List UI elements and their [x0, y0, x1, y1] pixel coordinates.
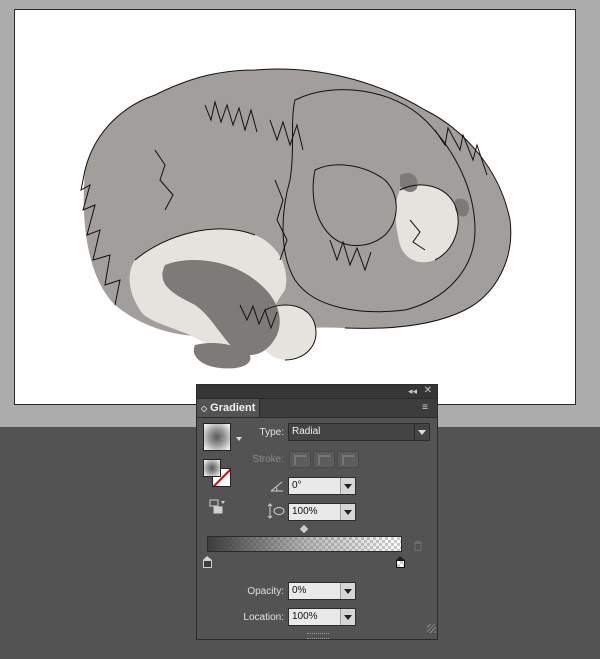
cat-illustration[interactable] — [15, 10, 577, 406]
panel-tabbar: ◇ Gradient ≡ — [197, 399, 437, 418]
opacity-label: Opacity: — [247, 586, 284, 597]
chevron-down-icon[interactable] — [340, 504, 355, 520]
opacity-field[interactable]: 0% — [288, 582, 356, 600]
tab-gradient-label: Gradient — [210, 402, 256, 414]
chevron-down-icon[interactable] — [340, 609, 355, 625]
opacity-value: 0% — [292, 585, 307, 596]
reverse-gradient-icon[interactable] — [209, 499, 227, 515]
location-value: 100% — [292, 611, 318, 622]
location-label: Location: — [243, 612, 284, 623]
type-select[interactable]: Radial — [288, 423, 430, 441]
stroke-along-button[interactable] — [313, 451, 335, 468]
tab-gradient[interactable]: ◇ Gradient — [197, 399, 260, 417]
panel-bottom-grip[interactable] — [307, 633, 329, 639]
type-select-value: Radial — [292, 426, 321, 437]
stroke-within-button[interactable] — [289, 451, 311, 468]
tab-arrows-icon[interactable]: ◇ — [197, 404, 210, 413]
close-icon[interactable]: ✕ — [424, 385, 432, 397]
panel-resize-grip[interactable] — [427, 624, 436, 633]
angle-icon — [270, 481, 283, 492]
gradient-slider[interactable] — [207, 536, 402, 552]
trash-icon[interactable] — [413, 540, 423, 551]
angle-field[interactable]: 0° — [288, 477, 356, 495]
angle-value: 0° — [292, 480, 302, 491]
panel-menu-icon[interactable]: ≡ — [418, 401, 432, 415]
stroke-along-icon — [318, 455, 330, 465]
collapse-icon[interactable]: ◂◂ — [408, 386, 417, 397]
aspect-ratio-value: 100% — [292, 506, 318, 517]
stroke-label: Stroke: — [252, 454, 284, 465]
stroke-across-button[interactable] — [337, 451, 359, 468]
stroke-across-icon — [342, 455, 354, 465]
aspect-ratio-field[interactable]: 100% — [288, 503, 356, 521]
panel-titlebar[interactable]: ◂◂ ✕ — [197, 385, 437, 399]
type-label: Type: — [259, 427, 284, 438]
aspect-ratio-icon — [267, 503, 285, 519]
chevron-down-icon[interactable] — [340, 583, 355, 599]
chevron-down-icon[interactable] — [414, 424, 429, 440]
gradient-preview-swatch[interactable] — [203, 423, 231, 451]
fill-swatch[interactable] — [203, 459, 221, 477]
chevron-down-icon[interactable] — [340, 478, 355, 494]
artboard[interactable] — [14, 9, 576, 405]
location-field[interactable]: 100% — [288, 608, 356, 626]
gradient-ramp-fill — [208, 537, 401, 551]
stroke-within-icon — [294, 455, 306, 465]
gradient-stop-end[interactable] — [396, 556, 405, 568]
gradient-stop-start[interactable] — [203, 556, 212, 568]
